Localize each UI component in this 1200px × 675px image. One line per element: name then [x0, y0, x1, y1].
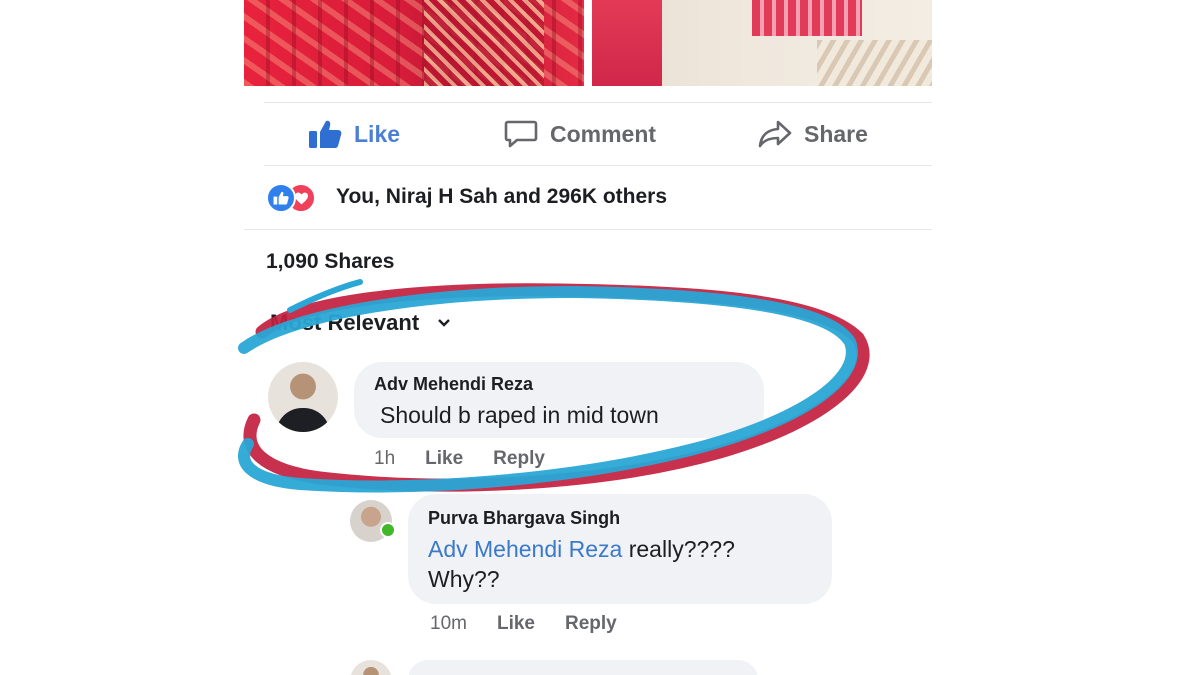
comment-like-link[interactable]: Like — [497, 613, 535, 635]
mention-link[interactable]: Adv Mehendi Reza — [428, 536, 622, 562]
divider — [264, 102, 932, 103]
divider — [244, 229, 932, 230]
comment-label: Comment — [550, 120, 657, 147]
like-label: Like — [354, 120, 401, 147]
comment-time[interactable]: 1h — [374, 448, 395, 470]
comment-text: Adv Mehendi Reza really???? — [428, 534, 735, 564]
sort-label: Most Relevant — [270, 310, 420, 335]
reactions-text: You, Niraj H Sah and 296K others — [336, 185, 668, 208]
like-reaction-icon — [266, 183, 296, 213]
share-label: Share — [804, 120, 868, 147]
chevron-down-icon — [438, 319, 451, 327]
comment-meta: 1h Like Reply — [374, 448, 575, 470]
action-bar: Like Comment Share — [244, 104, 932, 164]
comment-reply-link[interactable]: Reply — [493, 448, 545, 470]
post-photo-right[interactable] — [592, 0, 932, 86]
reactions-summary[interactable]: You, Niraj H Sah and 296K others — [266, 182, 668, 213]
thumbs-up-icon — [309, 120, 342, 148]
comment-sort-dropdown[interactable]: Most Relevant — [270, 310, 451, 336]
comment-text-line2: Why?? — [428, 566, 500, 592]
online-status-dot — [380, 522, 396, 538]
divider — [264, 165, 932, 166]
facebook-post: Like Comment Share You, Niraj H Sah and … — [244, 0, 932, 675]
comment-time[interactable]: 10m — [430, 613, 467, 635]
post-photo-left[interactable] — [244, 0, 584, 86]
comment-author[interactable]: Purva Bhargava Singh — [428, 508, 620, 529]
share-arrow-icon — [758, 120, 792, 148]
comment-text-after-mention: really???? — [622, 536, 735, 562]
avatar[interactable] — [268, 362, 338, 432]
comment-text: Should b raped in mid town — [380, 402, 659, 428]
reaction-icons — [266, 182, 328, 213]
comment-bubble — [408, 660, 758, 675]
share-button[interactable]: Share — [758, 104, 868, 164]
avatar[interactable] — [350, 660, 392, 675]
comment-author[interactable]: Adv Mehendi Reza — [374, 374, 533, 395]
comment-meta: 10m Like Reply — [430, 613, 647, 635]
comment-like-link[interactable]: Like — [425, 448, 463, 470]
like-button[interactable]: Like — [308, 104, 400, 164]
comment-button[interactable]: Comment — [504, 104, 656, 164]
comment-reply-link[interactable]: Reply — [565, 613, 617, 635]
shares-count[interactable]: 1,090 Shares — [266, 250, 394, 274]
comment-bubble-icon — [504, 120, 538, 148]
